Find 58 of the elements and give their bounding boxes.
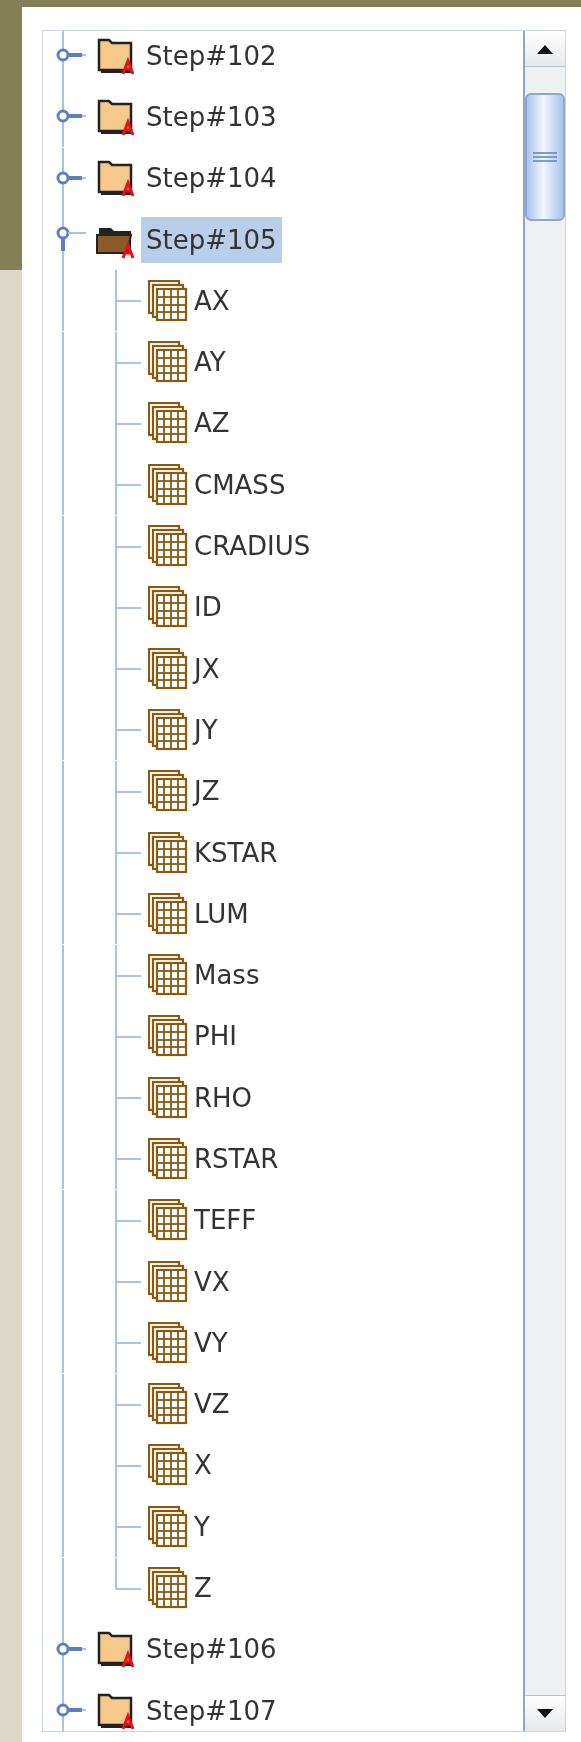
tree-node-label[interactable]: TEFF <box>192 1197 262 1244</box>
dataset-grid-icon <box>148 1076 188 1119</box>
tree-node-label[interactable]: JZ <box>192 768 225 815</box>
dataset-grid-icon <box>148 954 188 997</box>
tree-node-label[interactable]: VZ <box>192 1381 235 1428</box>
tree-node-label[interactable]: Step#104 <box>141 155 282 202</box>
tree-node-label[interactable]: Step#102 <box>141 32 282 79</box>
tree-node-label[interactable]: JX <box>192 645 225 692</box>
dataset-grid-icon <box>148 1199 188 1242</box>
dataset-grid-icon <box>148 1321 188 1364</box>
tree-node-label[interactable]: AZ <box>192 400 235 447</box>
tree-node-label[interactable]: KSTAR <box>192 829 283 876</box>
dataset-grid-icon <box>148 892 188 935</box>
dataset-grid-icon <box>148 770 188 813</box>
dataset-grid-icon <box>148 279 188 322</box>
tree-node-label[interactable]: RHO <box>192 1074 258 1121</box>
tree-node-label[interactable]: Y <box>192 1503 215 1550</box>
tree-node-label[interactable]: VX <box>192 1258 235 1305</box>
scroll-down-button[interactable] <box>525 1695 565 1731</box>
tree-node-label[interactable]: AY <box>192 339 231 386</box>
dataset-grid-icon <box>148 1505 188 1548</box>
grip-icon <box>533 152 557 162</box>
tree-node-label[interactable]: Mass <box>192 952 265 999</box>
dataset-grid-icon <box>148 463 188 506</box>
dataset-grid-icon <box>148 402 188 445</box>
dataset-grid-icon <box>148 1567 188 1610</box>
scrollbar-thumb[interactable] <box>525 93 565 221</box>
tree-node-label[interactable]: JY <box>192 706 223 753</box>
scroll-up-button[interactable] <box>525 31 565 67</box>
dataset-grid-icon <box>148 1444 188 1487</box>
tree-node-label[interactable]: LUM <box>192 890 254 937</box>
tree-node-label[interactable]: Z <box>192 1565 217 1612</box>
dataset-grid-icon <box>148 1015 188 1058</box>
tree-node-label[interactable]: CMASS <box>192 461 291 508</box>
tree-node-label[interactable]: Step#105 <box>141 216 282 263</box>
tree-node-label[interactable]: Step#106 <box>141 1626 282 1673</box>
tree-node-label[interactable]: Step#107 <box>141 1687 282 1731</box>
dataset-grid-icon <box>148 1260 188 1303</box>
dataset-grid-icon <box>148 831 188 874</box>
dataset-grid-icon <box>148 586 188 629</box>
dataset-grid-icon <box>148 647 188 690</box>
folder-icon <box>95 1629 137 1670</box>
tree-node-label[interactable]: VY <box>192 1319 233 1366</box>
vertical-scrollbar[interactable] <box>523 31 565 1731</box>
tree-node-label[interactable]: CRADIUS <box>192 523 316 569</box>
dataset-grid-icon <box>148 525 188 567</box>
dataset-grid-icon <box>148 1138 188 1180</box>
dataset-grid-icon <box>148 708 188 751</box>
folder-icon <box>95 158 137 199</box>
tree-node-label[interactable]: RSTAR <box>192 1136 284 1182</box>
tree-node-label[interactable]: X <box>192 1442 217 1489</box>
tree-node-label[interactable]: PHI <box>192 1013 242 1060</box>
dataset-grid-icon <box>148 341 188 384</box>
tree-node-label[interactable]: AX <box>192 277 235 324</box>
dataset-grid-icon <box>148 1383 188 1426</box>
down-arrow-icon <box>535 1707 555 1720</box>
tree-node-label[interactable]: ID <box>192 584 227 631</box>
tree-node-label[interactable]: Step#103 <box>141 93 282 140</box>
